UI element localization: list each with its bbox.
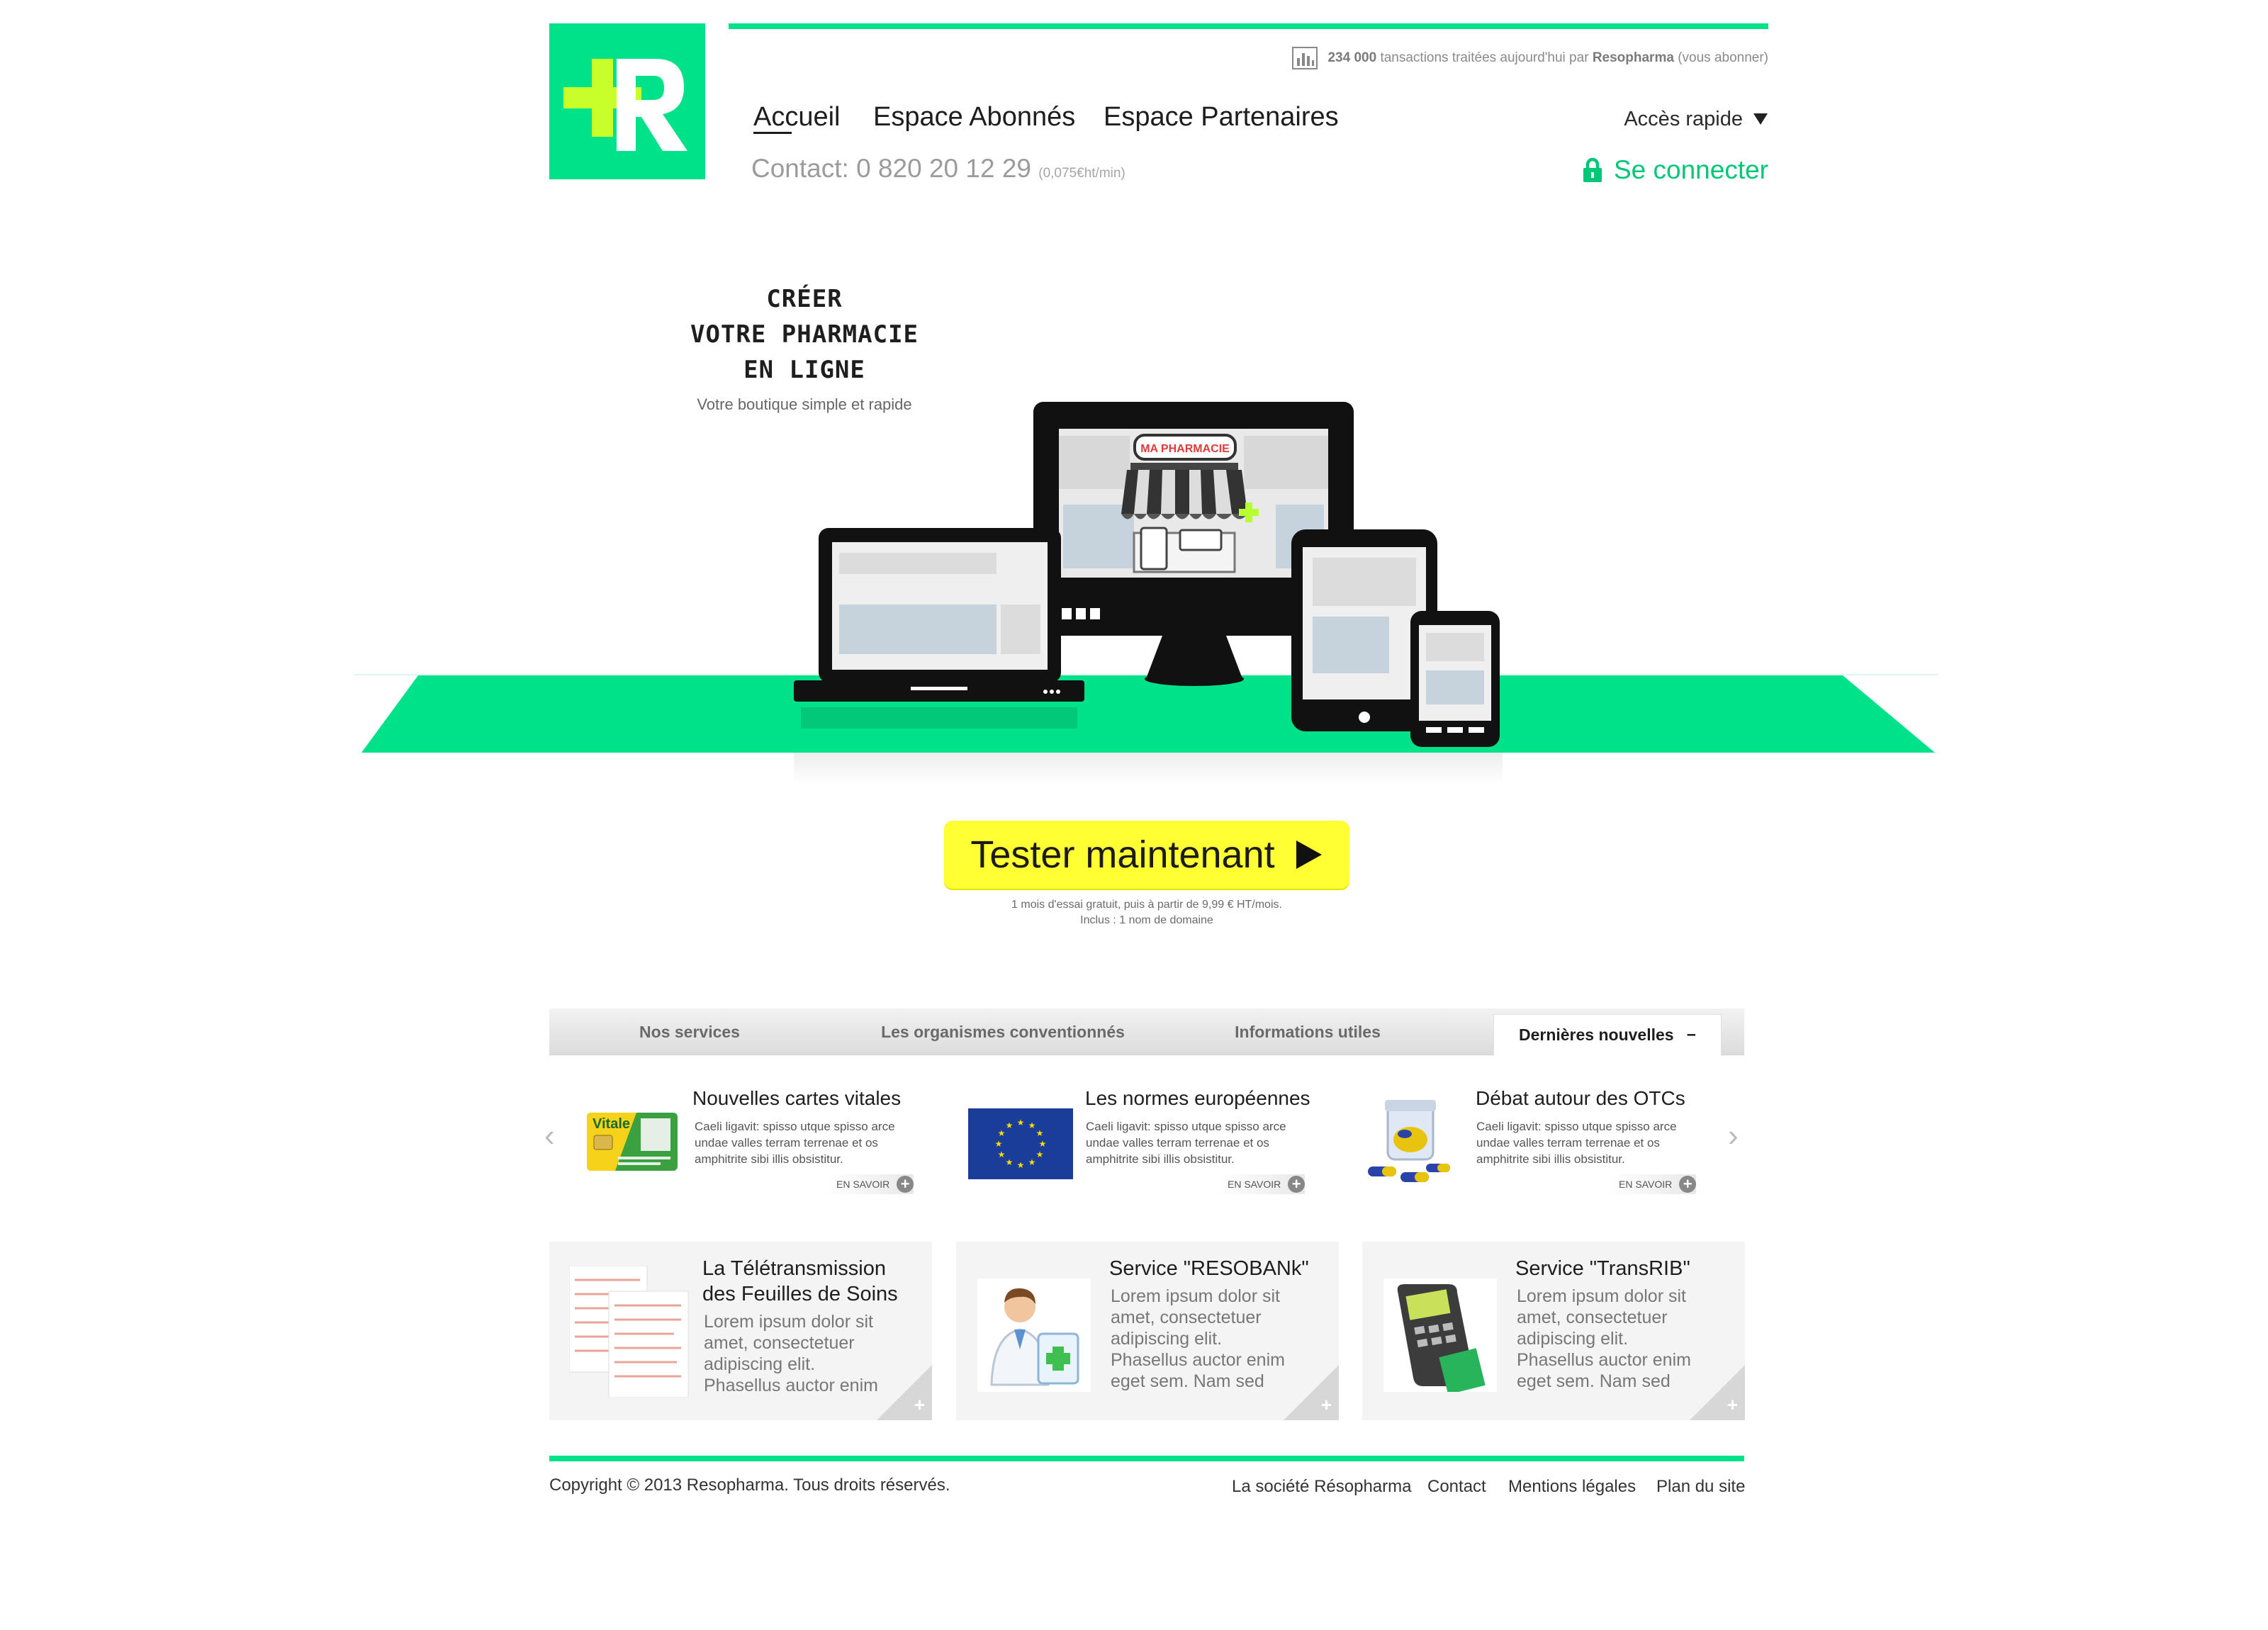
- svg-text:★: ★: [1006, 1120, 1014, 1130]
- svg-text:★: ★: [998, 1150, 1006, 1159]
- read-more-label: EN SAVOIR: [1619, 1179, 1673, 1190]
- news-title[interactable]: Les normes européennes: [1085, 1087, 1310, 1110]
- footer-link-contact[interactable]: Contact: [1427, 1477, 1486, 1497]
- service-body-line: adipiscing elit.: [1111, 1329, 1223, 1349]
- service-body-line: adipiscing elit.: [704, 1354, 816, 1374]
- service-body-line: amet, consectetuer: [704, 1333, 855, 1353]
- service-card-resobank[interactable]: Service "RESOBANk" Lorem ipsum dolor sit…: [956, 1242, 1339, 1420]
- service-body-line: Phasellus auctor enim: [704, 1376, 878, 1395]
- play-arrow-icon: [1296, 841, 1322, 869]
- svg-text:★: ★: [995, 1139, 1003, 1149]
- svg-text:★: ★: [1006, 1157, 1014, 1167]
- svg-text:★: ★: [998, 1128, 1006, 1138]
- copyright-text: Copyright © 2013 Resopharma. Tous droits…: [549, 1476, 950, 1495]
- svg-text:★: ★: [1017, 1160, 1025, 1170]
- plus-circle-icon: +: [897, 1176, 914, 1193]
- service-title-line: des Feuilles de Soins: [702, 1283, 898, 1305]
- medicine-pills-icon: [1368, 1100, 1450, 1182]
- service-body-line: eget sem. Nam sed: [1517, 1371, 1671, 1391]
- carousel-next-arrow-icon[interactable]: ›: [1728, 1118, 1739, 1154]
- news-read-more-button[interactable]: EN SAVOIR +: [1218, 1174, 1306, 1194]
- footer-link-mentions[interactable]: Mentions légales: [1508, 1477, 1636, 1497]
- collapse-icon: −: [1686, 1025, 1697, 1044]
- news-read-more-button[interactable]: EN SAVOIR +: [826, 1174, 914, 1194]
- news-body: Caeli ligavit: spisso utque spisso arce …: [1476, 1120, 1677, 1166]
- eu-flag-icon: ★ ★★★ ★★★★ ★★★★: [968, 1108, 1073, 1179]
- service-title: La Télétransmission des Feuilles de Soin…: [702, 1256, 898, 1307]
- service-title-line: Service "TransRIB": [1515, 1257, 1690, 1280]
- svg-text:★: ★: [1028, 1157, 1036, 1167]
- trial-note-line-2: Inclus : 1 nom de domaine: [1080, 914, 1213, 926]
- service-body: Lorem ipsum dolor sit amet, consectetuer…: [704, 1311, 878, 1396]
- svg-text:★: ★: [1036, 1150, 1044, 1159]
- service-body-line: Phasellus auctor enim: [1517, 1350, 1691, 1370]
- news-body: Caeli ligavit: spisso utque spisso arce …: [695, 1120, 895, 1166]
- plus-icon[interactable]: +: [1727, 1394, 1738, 1416]
- shop-sign-text: MA PHARMACIE: [1140, 443, 1230, 455]
- plus-circle-icon: +: [1679, 1176, 1697, 1193]
- news-title[interactable]: Nouvelles cartes vitales: [692, 1087, 901, 1110]
- footer-link-plan[interactable]: Plan du site: [1656, 1477, 1745, 1497]
- test-now-button[interactable]: Tester maintenant: [944, 821, 1349, 889]
- footer-link-societe[interactable]: La société Résopharma: [1232, 1477, 1411, 1497]
- carousel-prev-arrow-icon[interactable]: ‹: [544, 1118, 555, 1154]
- footer-accent-line: [549, 1456, 1744, 1461]
- service-body: Lorem ipsum dolor sit amet, consectetuer…: [1517, 1286, 1691, 1392]
- service-body-line: Lorem ipsum dolor sit: [1517, 1286, 1686, 1306]
- tab-nos-services[interactable]: Nos services: [597, 1008, 782, 1055]
- test-now-label: Tester maintenant: [970, 833, 1275, 876]
- vitale-card-text: Vitale: [593, 1116, 630, 1132]
- service-title: Service "RESOBANk": [1109, 1256, 1309, 1281]
- svg-text:★: ★: [1028, 1120, 1036, 1130]
- green-stage: [361, 675, 1935, 753]
- service-title: Service "TransRIB": [1515, 1256, 1690, 1281]
- plus-icon[interactable]: +: [914, 1394, 925, 1416]
- service-title-line: La Télétransmission: [702, 1257, 886, 1280]
- service-card-teletransmission[interactable]: La Télétransmission des Feuilles de Soin…: [549, 1242, 932, 1420]
- service-body-line: adipiscing elit.: [1517, 1329, 1629, 1349]
- stage-shadow: [794, 753, 1503, 785]
- care-sheets-icon: [569, 1266, 689, 1398]
- news-title[interactable]: Débat autour des OTCs: [1476, 1087, 1685, 1110]
- plus-icon[interactable]: +: [1321, 1394, 1332, 1416]
- read-more-label: EN SAVOIR: [836, 1179, 890, 1190]
- laptop-icon: [794, 528, 1084, 729]
- service-body: Lorem ipsum dolor sit amet, consectetuer…: [1111, 1286, 1285, 1392]
- pharmacist-icon: [977, 1278, 1091, 1392]
- news-read-more-button[interactable]: EN SAVOIR +: [1609, 1174, 1697, 1194]
- read-more-label: EN SAVOIR: [1228, 1179, 1281, 1190]
- service-title-line: Service "RESOBANk": [1109, 1257, 1309, 1280]
- carte-vitale-icon: Vitale: [587, 1113, 678, 1171]
- tab-active-label: Dernières nouvelles: [1518, 1025, 1674, 1044]
- svg-text:★: ★: [1036, 1128, 1044, 1138]
- smartphone-icon: [1410, 611, 1500, 747]
- tab-informations-utiles[interactable]: Informations utiles: [1198, 1008, 1418, 1055]
- svg-text:★: ★: [1039, 1139, 1047, 1149]
- service-body-line: eget sem. Nam sed: [1111, 1371, 1264, 1391]
- svg-text:★: ★: [1017, 1118, 1025, 1128]
- trial-note: 1 mois d'essai gratuit, puis à partir de…: [921, 897, 1372, 928]
- tab-organismes-conventionnes[interactable]: Les organismes conventionnés: [847, 1008, 1159, 1055]
- news-body: Caeli ligavit: spisso utque spisso arce …: [1086, 1120, 1286, 1166]
- service-card-transrib[interactable]: Service "TransRIB" Lorem ipsum dolor sit…: [1362, 1242, 1745, 1420]
- service-body-line: Phasellus auctor enim: [1111, 1350, 1285, 1370]
- trial-note-line-1: 1 mois d'essai gratuit, puis à partir de…: [1011, 899, 1282, 911]
- plus-circle-icon: +: [1288, 1176, 1306, 1193]
- card-terminal-icon: [1383, 1278, 1497, 1392]
- service-body-line: amet, consectetuer: [1517, 1308, 1668, 1327]
- service-body-line: Lorem ipsum dolor sit: [704, 1312, 873, 1332]
- service-body-line: amet, consectetuer: [1111, 1308, 1262, 1327]
- tab-dernieres-nouvelles[interactable]: Dernières nouvelles −: [1493, 1014, 1722, 1055]
- service-body-line: Lorem ipsum dolor sit: [1111, 1286, 1280, 1306]
- hero-devices-illustration: MA PHARMACIE: [354, 402, 1938, 785]
